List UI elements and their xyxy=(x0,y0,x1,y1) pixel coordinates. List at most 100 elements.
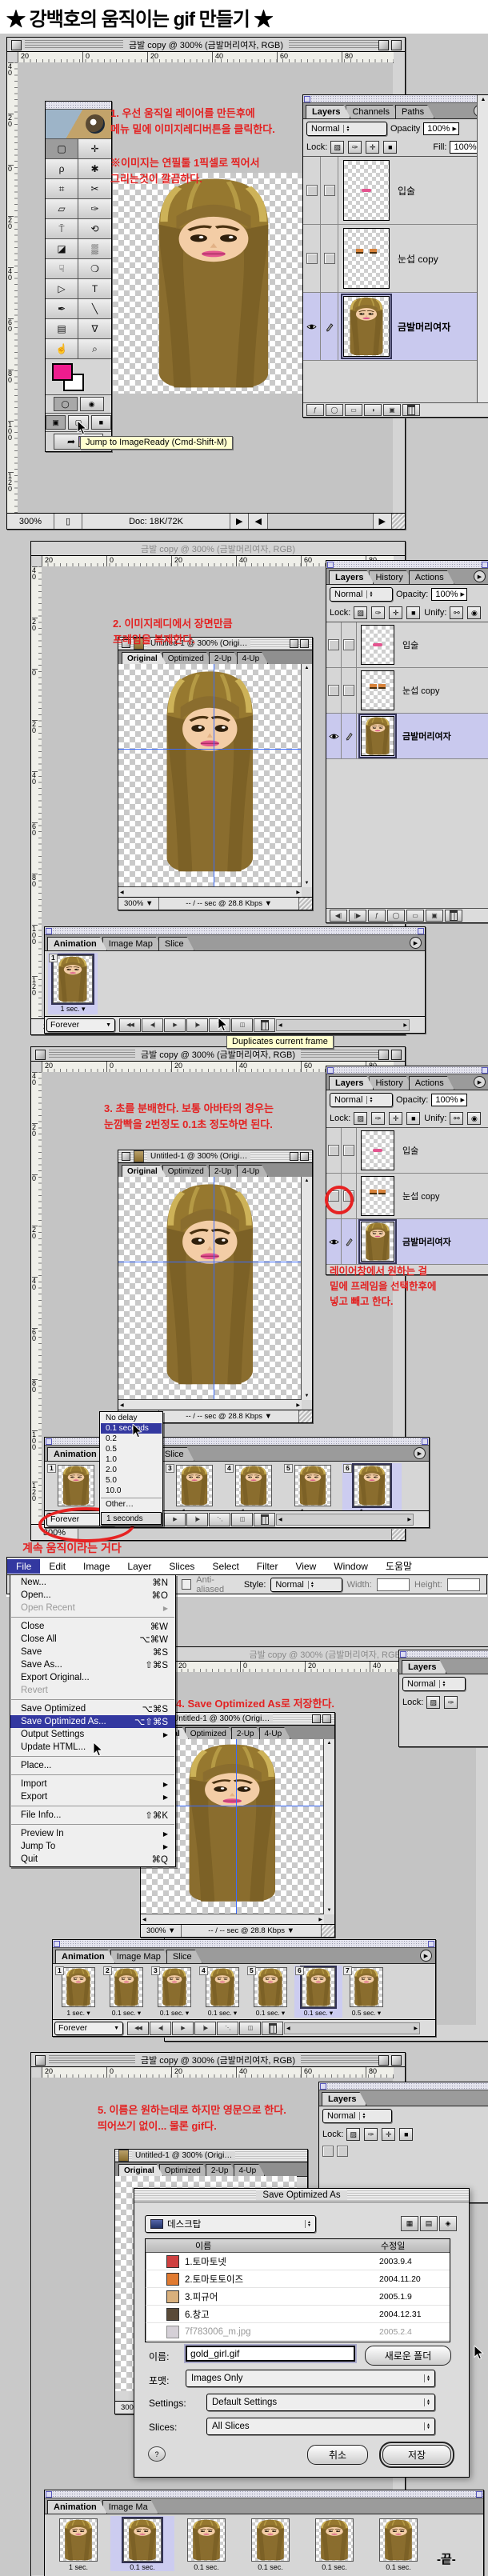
gradient-tool[interactable]: ▒ xyxy=(78,239,111,259)
delete-frame-button[interactable] xyxy=(262,2022,283,2035)
next-frame-icon[interactable]: |▶ xyxy=(349,910,366,922)
layer-thumbnail[interactable] xyxy=(361,716,394,756)
frame-delay-select[interactable]: 0.1 sec. xyxy=(258,2563,283,2571)
visibility-checkbox[interactable] xyxy=(328,1145,339,1156)
hand-tool[interactable]: ☝ xyxy=(46,339,78,359)
file-row[interactable]: 6.창고 2004.12.31 xyxy=(146,2306,450,2323)
lock-all-icon[interactable]: ■ xyxy=(383,141,397,154)
menu-item[interactable]: Slices xyxy=(160,1559,203,1574)
palette-drag-bar[interactable] xyxy=(46,102,111,110)
layer-thumbnail[interactable] xyxy=(361,670,394,710)
blend-mode-select[interactable]: Normal▲▼ xyxy=(306,122,387,136)
eraser-tool[interactable]: ◪ xyxy=(46,239,78,259)
link-checkbox[interactable] xyxy=(343,1145,354,1156)
frame-delay-select[interactable]: 1 sec. xyxy=(69,2563,88,2571)
doc-tab[interactable]: Original xyxy=(122,1165,166,1177)
file-menu-item[interactable]: Save ⌘S ▶ xyxy=(10,1646,175,1658)
prev-frame-icon[interactable]: ◀| xyxy=(330,910,347,922)
layer-row[interactable]: 눈섭 copy xyxy=(303,225,478,293)
lock-position-icon[interactable]: ✛ xyxy=(389,606,402,619)
doc-canvas[interactable] xyxy=(118,664,302,887)
file-menu-item[interactable]: Place... ▶ xyxy=(10,1759,175,1772)
doc-tab[interactable]: Optimized xyxy=(159,2164,210,2176)
move-tool[interactable]: ✛ xyxy=(78,139,111,159)
palette-tab[interactable]: Layers xyxy=(329,570,374,584)
doc-titlebar[interactable]: Untitled-1 @ 300% (Origi… xyxy=(115,2150,307,2162)
zoom-box[interactable] xyxy=(378,1050,389,1060)
doc-tab[interactable]: Original xyxy=(118,2164,163,2176)
blend-mode-select[interactable]: Normal▲▼ xyxy=(330,1093,393,1107)
zoom-box[interactable] xyxy=(378,40,389,50)
horizontal-scrollbar[interactable]: ◀▶ xyxy=(118,886,302,898)
collapse-box[interactable] xyxy=(391,1050,402,1060)
doc-tab[interactable]: 4-Up xyxy=(259,1727,291,1739)
blend-mode-select[interactable]: Normal▲▼ xyxy=(322,2109,392,2123)
hscroll-track[interactable]: ◀▶ xyxy=(276,1514,414,1526)
menu-item[interactable]: View xyxy=(286,1559,325,1574)
frame-delay-select[interactable]: 0.1 sec. xyxy=(386,2563,411,2571)
doc-tab[interactable]: Optimized xyxy=(162,1165,213,1177)
animation-frame[interactable]: 3 1 sec. ▾ xyxy=(165,1463,224,1517)
doc-tab[interactable]: 4-Up xyxy=(237,652,269,664)
pen-tool[interactable]: ✒ xyxy=(46,299,78,319)
animation-frame[interactable]: 6 0.1 sec. ▾ xyxy=(294,1966,342,2018)
close-box[interactable] xyxy=(122,1152,130,1161)
file-menu-item[interactable]: Open... ⌘O ▶ xyxy=(10,1589,175,1602)
layer-row[interactable]: 금발머리여자 xyxy=(326,714,488,759)
blend-mode-select[interactable]: Normal▲▼ xyxy=(330,587,393,602)
collapse-box[interactable] xyxy=(391,40,402,50)
crop-tool[interactable]: ⌗ xyxy=(46,179,78,199)
play-button[interactable]: ▶ xyxy=(164,1018,186,1032)
style-select[interactable]: Normal▲▼ xyxy=(270,1578,342,1592)
zoom-box[interactable] xyxy=(312,1714,321,1723)
lock-all-icon[interactable]: ■ xyxy=(406,1112,420,1125)
quick-mask-mode-button[interactable]: ◉ xyxy=(80,397,104,411)
foreground-color-swatch[interactable] xyxy=(52,363,73,381)
file-menu-item[interactable]: Export Original... ▶ xyxy=(10,1671,175,1684)
animation-frame[interactable]: 1 1 sec. ▾ xyxy=(54,1966,102,2018)
doc-tab[interactable]: Original xyxy=(122,652,166,664)
file-menu-item[interactable]: Preview In ▶ xyxy=(10,1827,175,1840)
new-folder-button[interactable]: 새로운 폴더 xyxy=(365,2346,451,2366)
unify-visibility-icon[interactable]: ◉ xyxy=(467,1112,481,1125)
frame-delay-select[interactable]: 0.1 sec. ▾ xyxy=(256,2009,285,2018)
layer-thumbnail[interactable] xyxy=(361,1222,394,1262)
link-checkbox[interactable] xyxy=(343,685,354,696)
layer-row[interactable]: 입술 xyxy=(326,622,488,668)
file-menu-item[interactable]: Export ▶ xyxy=(10,1790,175,1803)
animation-frame[interactable]: 2 0.1 sec. ▾ xyxy=(102,1966,150,2018)
palette-tab[interactable]: Slice xyxy=(158,1447,194,1461)
size-info-select[interactable]: -- / -- sec @ 28.8 Kbps ▼ xyxy=(159,898,299,910)
resize-grip[interactable] xyxy=(299,1410,312,1422)
fullscreen-button[interactable]: ■ xyxy=(91,415,111,430)
palette-tab[interactable]: Slice xyxy=(158,937,194,950)
zoom-box[interactable] xyxy=(290,639,298,648)
file-menu-item[interactable]: File Info... ⇧⌘K ▶ xyxy=(10,1809,175,1822)
save-button[interactable]: 저장 xyxy=(382,2445,451,2465)
path-selection-tool[interactable]: ▷ xyxy=(46,279,78,299)
lock-image-icon[interactable]: ✑ xyxy=(444,1696,458,1709)
layer-thumbnail[interactable] xyxy=(343,228,390,289)
menu-item[interactable]: Window xyxy=(325,1559,377,1574)
animation-frame[interactable]: 0.1 sec. xyxy=(238,2516,302,2571)
menu-item[interactable]: Image xyxy=(74,1559,118,1574)
healing-brush-tool[interactable]: ▱ xyxy=(46,199,78,219)
slice-tool[interactable]: ✂ xyxy=(78,179,111,199)
delay-menu-item[interactable]: 5.0 xyxy=(101,1475,162,1486)
brush-tool[interactable]: ✑ xyxy=(78,199,111,219)
doc-canvas[interactable] xyxy=(118,1177,302,1400)
animation-frame[interactable]: 4 1 sec. ▾ xyxy=(224,1463,283,1517)
palette-tab[interactable]: Animation xyxy=(47,937,107,950)
hscroll-track[interactable] xyxy=(268,514,374,529)
doc-tab[interactable]: 2-Up xyxy=(206,2164,238,2176)
lock-transparency-icon[interactable]: ▨ xyxy=(330,141,344,154)
favorites-icon[interactable]: ▤ xyxy=(420,2216,438,2231)
layer-effects-icon[interactable]: ƒ xyxy=(368,910,386,922)
duplicate-frame-button[interactable]: ◫ xyxy=(239,2022,261,2035)
file-menu-item[interactable]: Quit ⌘Q ▶ xyxy=(10,1853,175,1866)
file-row[interactable]: 1.토마토넷 2003.9.4 xyxy=(146,2253,450,2270)
hscroll-left-arrow[interactable]: ◀ xyxy=(249,514,267,529)
animation-frame[interactable]: 6 1 sec. ▾ xyxy=(342,1463,402,1517)
layer-mask-icon[interactable]: ◯ xyxy=(326,404,343,416)
next-frame-button[interactable]: |▶ xyxy=(186,1018,208,1032)
